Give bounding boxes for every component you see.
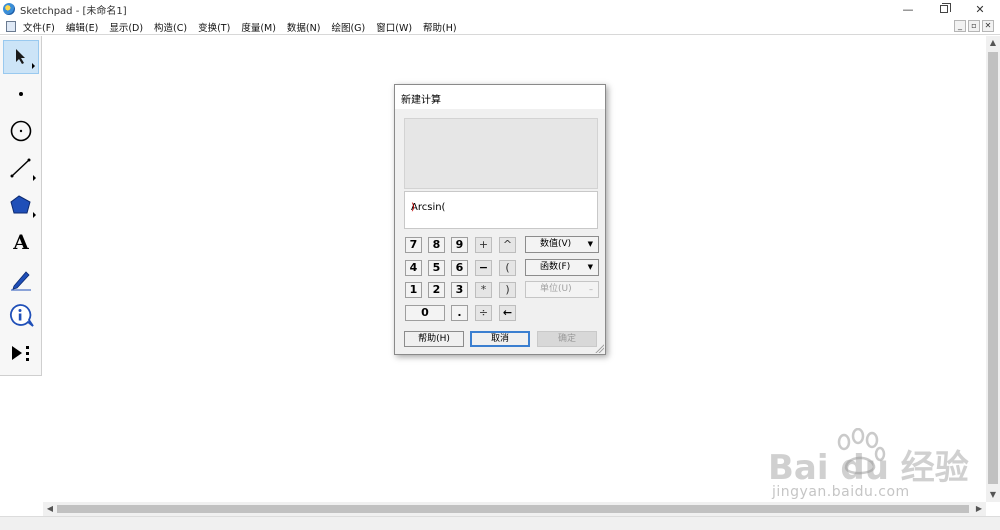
text-a-icon: A xyxy=(13,230,29,254)
key-0[interactable]: 0 xyxy=(405,305,445,321)
horizontal-scroll-thumb[interactable] xyxy=(57,505,969,513)
doc-minimize-button[interactable]: _ xyxy=(954,20,966,32)
key-4[interactable]: 4 xyxy=(405,260,422,276)
key-open-paren[interactable]: ( xyxy=(499,260,516,276)
menu-file[interactable]: 文件(F) xyxy=(23,20,55,34)
key-divide[interactable]: ÷ xyxy=(475,305,492,321)
menu-display[interactable]: 显示(D) xyxy=(109,20,143,34)
menu-bar: 文件(F) 编辑(E) 显示(D) 构造(C) 变换(T) 度量(M) 数据(N… xyxy=(0,18,1000,35)
submenu-arrow-icon xyxy=(33,175,36,181)
key-1[interactable]: 1 xyxy=(405,282,422,298)
arrow-select-tool[interactable] xyxy=(3,40,39,74)
scroll-up-arrow[interactable]: ▲ xyxy=(986,36,1000,50)
key-9[interactable]: 9 xyxy=(451,237,468,253)
units-dropdown[interactable]: 单位(U) xyxy=(525,281,599,298)
menu-measure[interactable]: 度量(M) xyxy=(241,20,276,34)
segment-icon xyxy=(10,158,31,178)
compass-tool[interactable] xyxy=(3,114,39,148)
ok-button[interactable]: 确定 xyxy=(537,331,597,347)
key-multiply[interactable]: * xyxy=(475,282,492,298)
new-calculation-dialog: 新建计算 Arcsin() 7 8 9 + ^ 4 5 6 − ( 1 2 3 … xyxy=(394,84,606,355)
help-button[interactable]: 帮助(H) xyxy=(404,331,464,347)
circle-icon xyxy=(10,120,32,142)
polygon-tool[interactable] xyxy=(3,188,39,222)
submenu-arrow-icon xyxy=(33,212,36,218)
cancel-button[interactable]: 取消 xyxy=(470,331,530,347)
horizontal-scrollbar[interactable]: ◀ ▶ xyxy=(43,502,986,516)
scroll-right-arrow[interactable]: ▶ xyxy=(972,502,986,516)
submenu-arrow-icon xyxy=(32,63,35,69)
document-window-buttons: _ ▫ ✕ xyxy=(952,20,994,32)
custom-tool[interactable] xyxy=(3,336,39,370)
marker-tool[interactable] xyxy=(3,262,39,296)
vertical-scrollbar[interactable]: ▲ ▼ xyxy=(986,36,1000,502)
menu-graph[interactable]: 绘图(G) xyxy=(331,20,365,34)
dialog-title: 新建计算 xyxy=(401,95,441,106)
key-2[interactable]: 2 xyxy=(428,282,445,298)
key-6[interactable]: 6 xyxy=(451,260,468,276)
sketchpad-app-icon xyxy=(3,3,15,15)
menu-help[interactable]: 帮助(H) xyxy=(423,20,457,34)
menu-transform[interactable]: 变换(T) xyxy=(198,20,230,34)
window-title: Sketchpad - [未命名1] xyxy=(20,6,127,17)
key-plus[interactable]: + xyxy=(475,237,492,253)
key-backspace[interactable]: ← xyxy=(499,305,516,321)
resize-grip-icon[interactable] xyxy=(594,343,604,353)
expression-close-paren: ) xyxy=(411,202,415,213)
key-decimal[interactable]: . xyxy=(451,305,468,321)
menu-window[interactable]: 窗口(W) xyxy=(376,20,412,34)
key-8[interactable]: 8 xyxy=(428,237,445,253)
expression-field[interactable]: Arcsin() xyxy=(404,191,598,229)
menu-construct[interactable]: 构造(C) xyxy=(154,20,187,34)
info-icon xyxy=(10,304,34,327)
values-dropdown[interactable]: 数值(V) xyxy=(525,236,599,253)
minimize-button[interactable]: — xyxy=(893,0,923,18)
doc-close-button[interactable]: ✕ xyxy=(982,20,994,32)
vertical-scroll-thumb[interactable] xyxy=(988,52,998,484)
functions-dropdown[interactable]: 函数(F) xyxy=(525,259,599,276)
arrow-icon xyxy=(16,49,25,64)
custom-tools-icon xyxy=(12,346,29,361)
document-icon[interactable] xyxy=(6,21,16,32)
polygon-icon xyxy=(10,195,31,214)
doc-restore-button[interactable]: ▫ xyxy=(968,20,980,32)
status-bar xyxy=(0,516,1000,530)
restore-button[interactable] xyxy=(929,0,959,18)
restore-icon xyxy=(940,3,951,13)
information-tool[interactable] xyxy=(3,299,39,333)
toolbox: A xyxy=(0,36,42,376)
calculation-preview-area xyxy=(404,118,598,189)
key-minus[interactable]: − xyxy=(475,260,492,276)
key-3[interactable]: 3 xyxy=(451,282,468,298)
point-icon xyxy=(19,92,23,96)
menu-edit[interactable]: 编辑(E) xyxy=(66,20,98,34)
key-7[interactable]: 7 xyxy=(405,237,422,253)
marker-pen-icon xyxy=(11,271,31,291)
close-button[interactable]: ✕ xyxy=(965,0,995,18)
text-tool[interactable]: A xyxy=(3,225,39,259)
key-power[interactable]: ^ xyxy=(499,237,516,253)
dialog-title-bar[interactable]: 新建计算 xyxy=(395,85,605,109)
menu-number[interactable]: 数据(N) xyxy=(287,20,321,34)
key-5[interactable]: 5 xyxy=(428,260,445,276)
title-bar: Sketchpad - [未命名1] — ✕ xyxy=(0,0,1000,18)
key-close-paren[interactable]: ) xyxy=(499,282,516,298)
scroll-left-arrow[interactable]: ◀ xyxy=(43,502,57,516)
scroll-down-arrow[interactable]: ▼ xyxy=(986,488,1000,502)
point-tool[interactable] xyxy=(3,77,39,111)
straightedge-tool[interactable] xyxy=(3,151,39,185)
menu-items: 文件(F) 编辑(E) 显示(D) 构造(C) 变换(T) 度量(M) 数据(N… xyxy=(23,20,468,34)
expression-value: Arcsin( xyxy=(411,202,446,213)
